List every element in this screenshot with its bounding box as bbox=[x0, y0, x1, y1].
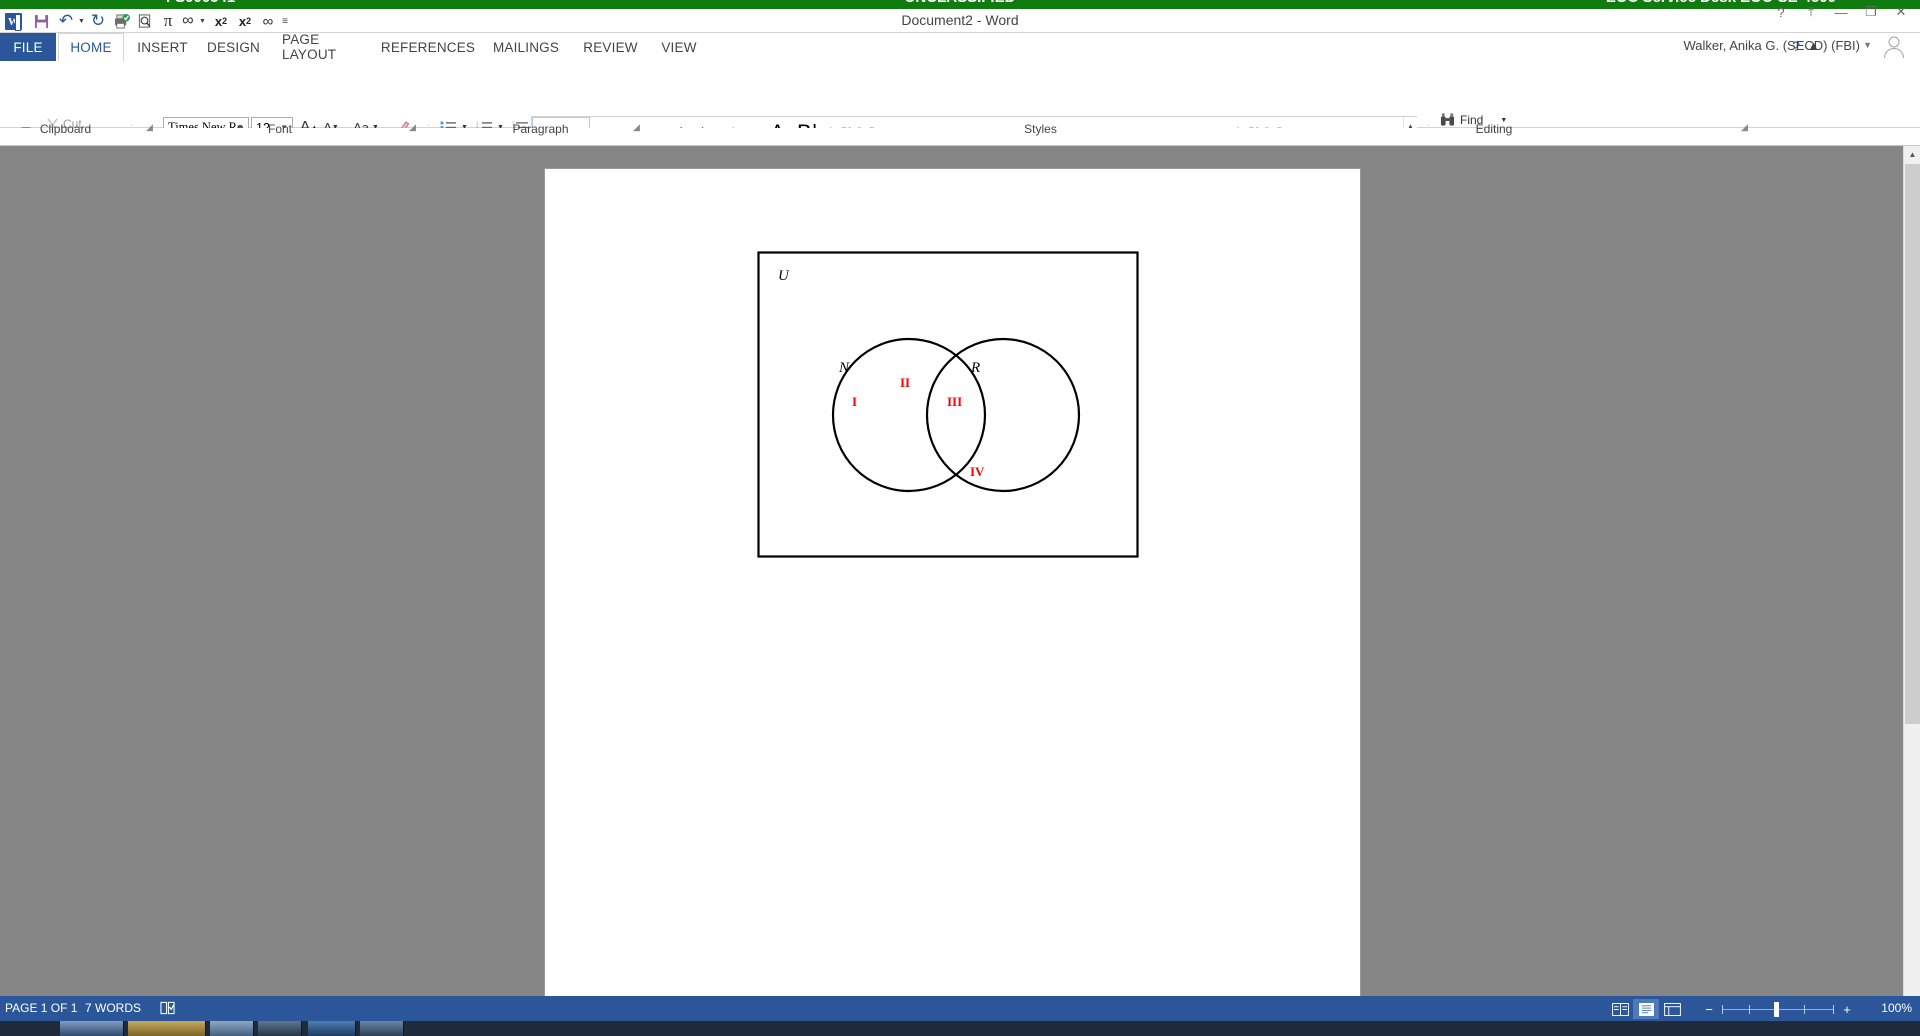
taskbar bbox=[0, 1021, 1920, 1036]
zoom-control[interactable]: − + bbox=[1696, 999, 1860, 1019]
page-indicator[interactable]: PAGE 1 OF 1 bbox=[5, 1001, 77, 1015]
help-icon[interactable]: ? bbox=[1766, 3, 1796, 21]
restore-button[interactable]: ❐ bbox=[1856, 3, 1886, 21]
view-buttons bbox=[1607, 999, 1685, 1019]
taskbar-item[interactable] bbox=[210, 1021, 254, 1036]
user-account-name[interactable]: Walker, Anika G. (SECD) (FBI) bbox=[1684, 38, 1861, 53]
word-logo-icon[interactable]: W bbox=[5, 13, 22, 31]
read-mode-icon[interactable] bbox=[1607, 999, 1633, 1019]
font-dialog-launcher[interactable]: ◢ bbox=[409, 122, 416, 133]
zoom-out-button[interactable]: − bbox=[1696, 999, 1722, 1019]
customize-qat-icon[interactable]: ≡ bbox=[278, 11, 292, 31]
taskbar-item[interactable] bbox=[60, 1021, 124, 1036]
ribbon-group-labels: Clipboard Font Paragraph Styles Editing … bbox=[0, 122, 1920, 146]
superscript-icon[interactable]: x2 bbox=[234, 11, 256, 31]
ribbon-display-icon[interactable]: ⤒ bbox=[1796, 3, 1826, 21]
tab-home[interactable]: HOME bbox=[58, 33, 124, 61]
user-account-caret-icon[interactable]: ▼ bbox=[1863, 40, 1872, 50]
ribbon-tab-bar: FILE HOME INSERT DESIGN PAGE LAYOUT REFE… bbox=[0, 32, 1920, 62]
tab-mailings[interactable]: MAILINGS bbox=[482, 33, 570, 61]
clipboard-dialog-launcher[interactable]: ◢ bbox=[146, 122, 153, 133]
tab-file[interactable]: FILE bbox=[0, 33, 56, 61]
document-page[interactable]: U N R I II III IV bbox=[545, 169, 1360, 1014]
zoom-in-button[interactable]: + bbox=[1834, 999, 1860, 1019]
minimize-button[interactable]: — bbox=[1826, 3, 1856, 21]
taskbar-item[interactable] bbox=[128, 1021, 206, 1036]
region-label-i: I bbox=[852, 394, 857, 409]
tab-insert[interactable]: INSERT bbox=[130, 33, 195, 61]
save-icon[interactable] bbox=[30, 11, 52, 31]
venn-diagram-svg: U N R I II III IV bbox=[757, 251, 1139, 558]
zoom-slider-thumb[interactable] bbox=[1774, 1002, 1779, 1017]
region-label-iii: III bbox=[947, 394, 962, 409]
zoom-slider[interactable] bbox=[1722, 999, 1834, 1019]
region-label-iv: IV bbox=[970, 464, 985, 479]
quick-access-toolbar: W ↶ ▼ ↻ π ∞ ▼ x2 x2 ∞ ≡ bbox=[0, 9, 1920, 33]
group-label-font: Font bbox=[267, 122, 292, 136]
tab-review[interactable]: REVIEW bbox=[573, 33, 648, 61]
symbol-dropdown-icon[interactable]: ▼ bbox=[197, 11, 208, 31]
paragraph-dialog-launcher[interactable]: ◢ bbox=[633, 122, 640, 133]
status-bar: PAGE 1 OF 1 7 WORDS − + 100% bbox=[0, 996, 1920, 1021]
tab-references[interactable]: REFERENCES bbox=[378, 33, 478, 61]
ribbon-body: Paste ▼ Cut Copy Format Painter Times Ne… bbox=[0, 61, 1920, 186]
tab-view[interactable]: VIEW bbox=[650, 33, 708, 61]
zoom-level[interactable]: 100% bbox=[1881, 1001, 1912, 1015]
symbol-icon[interactable]: ∞ bbox=[178, 11, 198, 31]
set-right-label: R bbox=[970, 360, 980, 376]
set-left-label: N bbox=[838, 360, 850, 376]
scrollbar-thumb[interactable] bbox=[1905, 164, 1920, 724]
vertical-scrollbar[interactable]: ▲ ▼ bbox=[1903, 146, 1920, 1011]
taskbar-item[interactable] bbox=[360, 1021, 404, 1036]
undo-icon[interactable]: ↶ bbox=[56, 11, 76, 31]
taskbar-item[interactable] bbox=[258, 1021, 302, 1036]
styles-dialog-launcher[interactable]: ◢ bbox=[1741, 122, 1748, 133]
taskbar-item[interactable] bbox=[308, 1021, 356, 1036]
group-label-clipboard: Clipboard bbox=[39, 122, 92, 136]
redo-icon[interactable]: ↻ bbox=[88, 11, 108, 31]
quick-print-icon[interactable] bbox=[110, 11, 132, 31]
print-preview-icon[interactable] bbox=[134, 11, 156, 31]
web-layout-icon[interactable] bbox=[1659, 999, 1685, 1019]
proofing-errors-icon[interactable] bbox=[160, 1001, 175, 1015]
venn-diagram[interactable]: U N R I II III IV bbox=[757, 251, 1139, 558]
region-label-ii: II bbox=[900, 375, 910, 390]
classification-right-text: EOC Service Desk EOC-SE-4500 bbox=[1606, 0, 1836, 5]
print-layout-icon[interactable] bbox=[1633, 999, 1659, 1019]
window-controls: ? ⤒ — ❐ ✕ bbox=[1766, 3, 1916, 21]
group-label-styles: Styles bbox=[1024, 122, 1057, 136]
classification-banner: FS000541 UNCLASSIFIED EOC Service Desk E… bbox=[0, 0, 1920, 9]
universe-label: U bbox=[778, 268, 790, 284]
tab-design[interactable]: DESIGN bbox=[200, 33, 267, 61]
subscript-icon[interactable]: x2 bbox=[210, 11, 232, 31]
avatar[interactable] bbox=[1882, 34, 1906, 59]
equation-icon[interactable]: π bbox=[158, 11, 178, 31]
word-count[interactable]: 7 WORDS bbox=[85, 1001, 141, 1015]
undo-dropdown-icon[interactable]: ▼ bbox=[76, 11, 87, 31]
infinity-icon[interactable]: ∞ bbox=[258, 11, 278, 31]
group-label-editing: Editing bbox=[1475, 122, 1513, 136]
close-button[interactable]: ✕ bbox=[1886, 3, 1916, 21]
tab-page-layout[interactable]: PAGE LAYOUT bbox=[270, 32, 375, 62]
group-label-paragraph: Paragraph bbox=[512, 122, 569, 136]
scroll-up-icon[interactable]: ▲ bbox=[1904, 146, 1920, 163]
document-canvas[interactable]: U N R I II III IV bbox=[0, 146, 1920, 1014]
